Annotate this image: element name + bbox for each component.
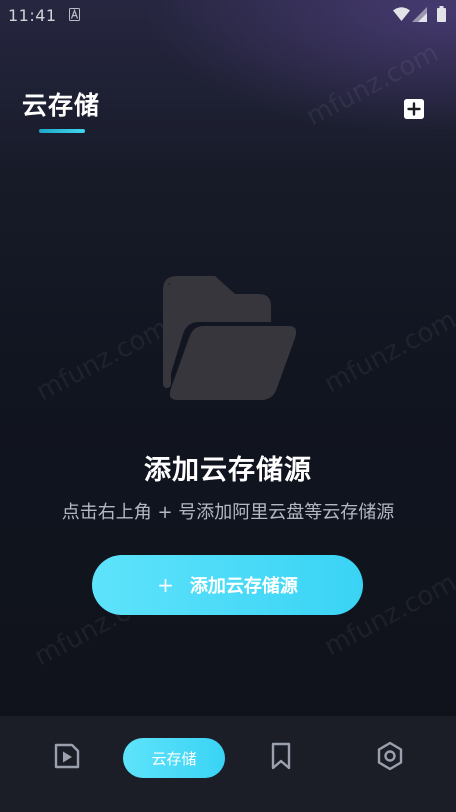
empty-state-subtitle: 点击右上角 + 号添加阿里云盘等云存储源 xyxy=(61,502,395,523)
hexagon-settings-icon xyxy=(377,741,403,771)
nav-item-home[interactable] xyxy=(50,740,82,772)
play-tile-icon xyxy=(54,743,80,769)
app-a-icon xyxy=(69,8,80,21)
nav-item-settings[interactable] xyxy=(375,740,405,772)
watermark: mfunz.com xyxy=(319,304,456,400)
battery-icon xyxy=(437,6,446,22)
empty-state-title: 添加云存储源 xyxy=(144,455,312,486)
plus-icon: + xyxy=(157,573,174,597)
signal-icon xyxy=(412,7,427,22)
add-storage-button-label: 添加云存储源 xyxy=(189,576,298,597)
bookmark-icon xyxy=(271,742,291,770)
page-title: 云存储 xyxy=(22,91,101,120)
folder-open-icon xyxy=(163,276,297,400)
nav-item-cloud-storage-label: 云存储 xyxy=(151,749,197,768)
plus-square-icon xyxy=(404,99,424,119)
add-source-button[interactable] xyxy=(404,99,424,119)
add-storage-button[interactable]: + 添加云存储源 xyxy=(92,555,363,615)
wifi-icon xyxy=(393,7,410,21)
watermark: mfunz.com xyxy=(31,312,174,408)
bottom-nav: 云存储 xyxy=(0,716,456,812)
nav-item-bookmarks[interactable] xyxy=(267,740,295,772)
status-time: 11:41 xyxy=(8,6,57,25)
nav-item-cloud-storage[interactable]: 云存储 xyxy=(123,738,225,778)
title-underline xyxy=(39,129,85,133)
status-bar: 11:41 xyxy=(0,0,456,32)
